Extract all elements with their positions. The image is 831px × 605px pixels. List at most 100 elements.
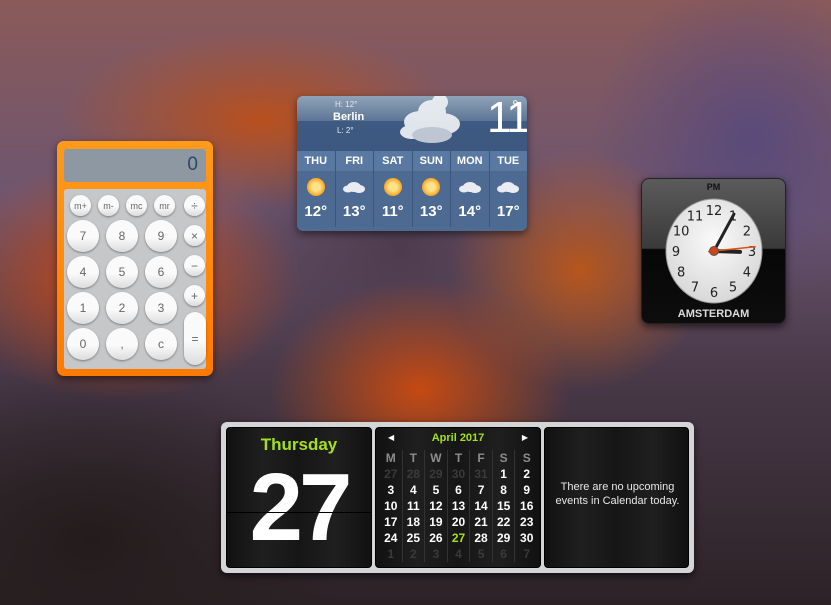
weather-degree-symbol: ° (512, 98, 519, 115)
calendar-day-cell: 19 (425, 514, 448, 530)
calendar-day-cell: 4 (448, 546, 471, 562)
calendar-widget[interactable]: Thursday 27 ◀ April 2017 ▶ M T W T F S S 27 28 29… (221, 422, 694, 573)
sun-icon (304, 178, 328, 196)
calendar-events-panel: There are no upcoming events in Calendar… (544, 427, 689, 568)
clock-numeral: 7 (691, 281, 699, 296)
forecast-day-label: MON (451, 151, 489, 171)
weather-high: H: 12° (335, 100, 358, 109)
calendar-day-cell: 30 (520, 531, 534, 545)
weekday-header: T (403, 450, 426, 466)
key-button[interactable]: 1 (67, 292, 99, 324)
cloud-icon (342, 178, 366, 196)
key-button[interactable]: 4 (67, 256, 99, 288)
calendar-month-panel: ◀ April 2017 ▶ M T W T F S S 27 28 29 30 31 1 2 3 4 5 6 7 8… (375, 427, 541, 568)
forecast-temp: 13° (342, 203, 366, 220)
key-button[interactable]: 3 (145, 292, 177, 324)
calendar-day-cell: 26 (425, 530, 448, 546)
calendar-day-cell: 29 (493, 530, 516, 546)
weekday-header: W (425, 450, 448, 466)
calendar-day-cell: 2 (403, 546, 426, 562)
forecast-temp: 14° (458, 203, 482, 220)
operator-button[interactable]: + (184, 285, 205, 306)
key-button[interactable]: 5 (106, 256, 138, 288)
equals-button[interactable]: = (184, 312, 206, 365)
clock-center-pin (709, 246, 719, 256)
clock-numeral: 12 (706, 204, 723, 219)
key-button[interactable]: 0 (67, 328, 99, 360)
calendar-day-cell: 3 (380, 482, 403, 498)
calendar-day-cell: 18 (403, 514, 426, 530)
key-button[interactable]: 6 (145, 256, 177, 288)
weather-current-temp: 11 (487, 96, 527, 142)
calendar-day-cell: 27 (380, 466, 403, 482)
calendar-day-cell: 1 (380, 546, 403, 562)
calendar-day-cell: 13 (448, 498, 471, 514)
cloud-icon (496, 178, 520, 196)
calendar-grid: M T W T F S S 27 28 29 30 31 1 2 3 4 5 6 7 8 9 10 11 12 13 14 15 16… (380, 450, 538, 562)
forecast-day-label: SAT (374, 151, 412, 171)
calendar-day-cell: 24 (380, 530, 403, 546)
calendar-day-cell: 9 (523, 483, 531, 497)
calendar-day-cell: 30 (448, 466, 471, 482)
calendar-day-cell: 25 (403, 530, 426, 546)
forecast-day-label: SUN (412, 151, 450, 171)
weekday-header: F (470, 450, 493, 466)
calendar-day-cell: 6 (493, 546, 516, 562)
forecast-day-label: THU (297, 151, 335, 171)
calendar-day-cell: 20 (448, 514, 471, 530)
key-button[interactable]: 2 (106, 292, 138, 324)
key-button[interactable]: 9 (145, 220, 177, 252)
weather-widget[interactable]: H: 12° Berlin L: 2° 11 ° THU 12° FRI 13° SAT… (297, 96, 527, 231)
calendar-day-cell: 15 (493, 498, 516, 514)
calendar-day-cell: 16 (520, 499, 534, 513)
sun-icon (419, 178, 443, 196)
forecast-temp: 13° (419, 203, 443, 220)
calculator-keypad: m+ m-mc mr 7 8 9 4 5 6 1 2 3 0, c ÷ × − + = (64, 189, 206, 369)
clock-city: AMSTERDAM (677, 308, 750, 320)
memory-key-button[interactable]: m- (98, 195, 119, 216)
calendar-day-panel[interactable]: Thursday 27 (226, 427, 372, 568)
calendar-day-cell: 6 (448, 482, 471, 498)
clock-numeral: 4 (743, 266, 751, 281)
calendar-day-cell: 7 (523, 547, 531, 561)
forecast-temp: 12° (304, 203, 328, 220)
key-button[interactable]: 8 (106, 220, 138, 252)
cloud-icon (458, 178, 482, 196)
events-message: There are no upcoming events in Calendar… (555, 481, 680, 507)
clock-numeral: 6 (710, 286, 718, 301)
operator-button[interactable]: ÷ (184, 195, 205, 216)
clock-numeral: 5 (729, 281, 737, 296)
forecast-temp: 17° (496, 203, 520, 220)
key-button[interactable]: c (145, 328, 177, 360)
next-month-icon[interactable]: ▶ (522, 433, 528, 442)
calendar-day-cell: 5 (425, 482, 448, 498)
calendar-day-cell: 21 (470, 514, 493, 530)
forecast-day: THU 12° (297, 151, 336, 227)
weekday-header: M (380, 450, 403, 466)
calendar-day-cell: 3 (425, 546, 448, 562)
calculator-widget[interactable]: 0 m+ m-mc mr 7 8 9 4 5 6 1 2 3 0, c ÷ × − + = (57, 141, 213, 376)
calendar-day-cell: 29 (425, 466, 448, 482)
memory-key-button[interactable]: mc (126, 195, 147, 216)
calendar-day-cell: 11 (403, 498, 426, 514)
world-clock-widget[interactable]: PM 121234567891011 AMSTERDAM (641, 178, 786, 324)
memory-key-button[interactable]: m+ (70, 195, 91, 216)
sun-icon (381, 178, 405, 196)
operator-button[interactable]: × (184, 225, 205, 246)
memory-key-button[interactable]: mr (154, 195, 175, 216)
operator-button[interactable]: − (184, 255, 205, 276)
forecast-temp: 11° (381, 203, 404, 220)
calendar-day-cell: 31 (470, 466, 493, 482)
calendar-day-cell: 10 (380, 498, 403, 514)
key-button[interactable]: 7 (67, 220, 99, 252)
calendar-day-cell: 14 (470, 498, 493, 514)
calendar-day-cell: 22 (493, 514, 516, 530)
calendar-day-cell: 7 (470, 482, 493, 498)
key-button[interactable]: , (106, 328, 138, 360)
weekday-header: T (448, 450, 471, 466)
calendar-day-cell: 12 (425, 498, 448, 514)
forecast-day-label: TUE (489, 151, 527, 171)
forecast-day: SAT 11° (374, 151, 413, 227)
weather-city: Berlin (333, 111, 365, 123)
calendar-month-label: April 2017 (431, 432, 485, 444)
